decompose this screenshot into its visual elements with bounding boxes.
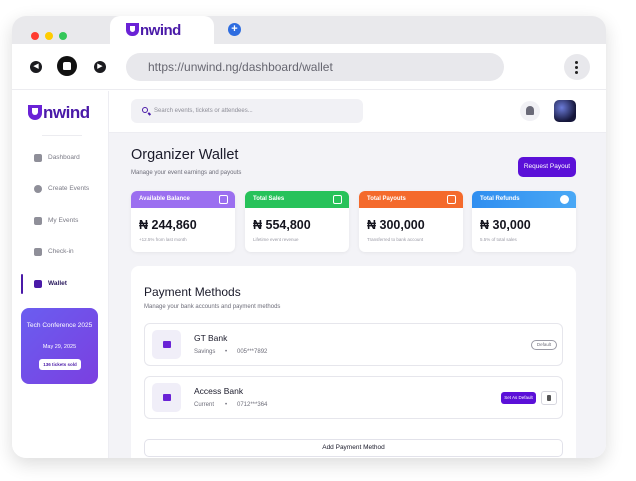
request-payout-button[interactable]: Request Payout	[518, 157, 576, 177]
ticket-icon	[333, 195, 342, 204]
active-tab[interactable]: nwind	[110, 16, 214, 44]
account-number: 005***7892	[237, 349, 268, 355]
stat-note: Lifetime event revenue	[253, 237, 299, 242]
active-indicator	[21, 274, 23, 294]
stat-card-total-refunds: Total Refunds ₦ 30,000 5.5% of total sal…	[472, 191, 576, 252]
avatar[interactable]	[554, 100, 576, 122]
event-title: Tech Conference 2025	[26, 322, 93, 329]
section-title: Payment Methods	[144, 285, 241, 299]
stat-label: Total Sales	[253, 196, 285, 202]
set-default-button[interactable]: Set As Default	[501, 392, 536, 404]
tickets-sold-button[interactable]: 136 tickets sold	[39, 359, 81, 370]
sidebar-item-wallet[interactable]: Wallet	[32, 276, 109, 292]
separator: •	[225, 349, 228, 355]
account-type: Savings	[194, 349, 216, 355]
stat-card-available-balance: Available Balance ₦ 244,860 +12.5% from …	[131, 191, 235, 252]
unwind-logo-icon	[28, 105, 42, 120]
event-date: May 29, 2025	[42, 344, 77, 350]
dot-icon	[575, 71, 578, 74]
stat-value: ₦ 244,860	[139, 218, 197, 232]
stat-value: ₦ 30,000	[480, 218, 531, 232]
main-content: Organizer Wallet Manage your event earni…	[109, 133, 606, 458]
briefcase-icon	[34, 248, 42, 256]
search-icon	[142, 107, 148, 113]
payment-methods-card: Payment Methods Manage your bank account…	[131, 266, 576, 458]
bell-icon[interactable]	[520, 101, 540, 121]
stat-label: Total Payouts	[367, 196, 406, 202]
stat-value: ₦ 300,000	[367, 218, 425, 232]
bank-card-icon	[152, 330, 181, 359]
bank-card-icon	[152, 383, 181, 412]
unwind-logo-icon	[126, 23, 139, 36]
bank-account-row[interactable]: GT Bank Savings • 005***7892 Default	[144, 323, 563, 366]
browser-window: nwind + ◀ ▶ https://unwind.ng/dashboard/…	[12, 16, 606, 458]
sidebar: nwind Dashboard Create Events My Events …	[12, 91, 109, 458]
home-icon	[34, 154, 42, 162]
close-window-button[interactable]	[31, 32, 39, 40]
default-badge: Default	[531, 340, 557, 350]
section-subtitle: Manage your bank accounts and payment me…	[144, 304, 281, 310]
separator: •	[225, 402, 228, 408]
divider	[42, 135, 82, 136]
maximize-window-button[interactable]	[59, 32, 67, 40]
top-bar: Search events, tickets or attendees...	[109, 91, 606, 133]
search-input[interactable]: Search events, tickets or attendees...	[131, 99, 363, 123]
sidebar-item-create-events[interactable]: Create Events	[32, 181, 109, 197]
sidebar-item-check-in[interactable]: Check-in	[32, 244, 109, 260]
event-promo-card[interactable]: Tech Conference 2025 May 29, 2025 136 ti…	[21, 308, 98, 384]
app-area: nwind Dashboard Create Events My Events …	[12, 91, 606, 458]
browser-menu-button[interactable]	[564, 54, 590, 80]
tab-logo: nwind	[126, 22, 181, 39]
new-tab-button[interactable]: +	[228, 23, 241, 36]
stat-note: +12.5% from last month	[139, 237, 187, 242]
add-payment-method-button[interactable]: Add Payment Method	[144, 439, 563, 457]
brand-logo[interactable]: nwind	[28, 103, 90, 123]
plus-circle-icon	[34, 185, 42, 193]
dot-icon	[575, 66, 578, 69]
stat-card-total-payouts: Total Payouts ₦ 300,000 Transferred to b…	[359, 191, 463, 252]
account-type: Current	[194, 402, 215, 408]
sidebar-item-my-events[interactable]: My Events	[32, 213, 109, 229]
back-button[interactable]: ◀	[30, 61, 42, 73]
wallet-icon	[447, 195, 456, 204]
sidebar-item-dashboard[interactable]: Dashboard	[32, 150, 109, 166]
grid-icon	[34, 280, 42, 288]
clock-icon	[560, 195, 569, 204]
tab-bar: nwind +	[12, 16, 606, 44]
stat-label: Available Balance	[139, 196, 190, 202]
forward-button[interactable]: ▶	[94, 61, 106, 73]
url-bar[interactable]: https://unwind.ng/dashboard/wallet	[126, 53, 504, 81]
stat-label: Total Refunds	[480, 196, 520, 202]
bank-name: Access Bank	[194, 386, 244, 396]
browser-nav-bar: ◀ ▶ https://unwind.ng/dashboard/wallet	[12, 44, 606, 90]
stat-note: 5.5% of total sales	[480, 237, 517, 242]
dot-icon	[575, 61, 578, 64]
stat-note: Transferred to bank account	[367, 237, 424, 242]
stat-value: ₦ 554,800	[253, 218, 311, 232]
minimize-window-button[interactable]	[45, 32, 53, 40]
bank-name: GT Bank	[194, 333, 228, 343]
bank-account-row[interactable]: Access Bank Current • 0712***364 Set As …	[144, 376, 563, 419]
page-title: Organizer Wallet	[131, 147, 239, 163]
stat-card-total-sales: Total Sales ₦ 554,800 Lifetime event rev…	[245, 191, 349, 252]
wallet-icon	[219, 195, 228, 204]
trash-icon[interactable]	[541, 391, 557, 405]
page-subtitle: Manage your event earnings and payouts	[131, 170, 242, 176]
calendar-icon	[34, 217, 42, 225]
account-number: 0712***364	[237, 402, 268, 408]
home-icon-button[interactable]	[57, 56, 77, 76]
